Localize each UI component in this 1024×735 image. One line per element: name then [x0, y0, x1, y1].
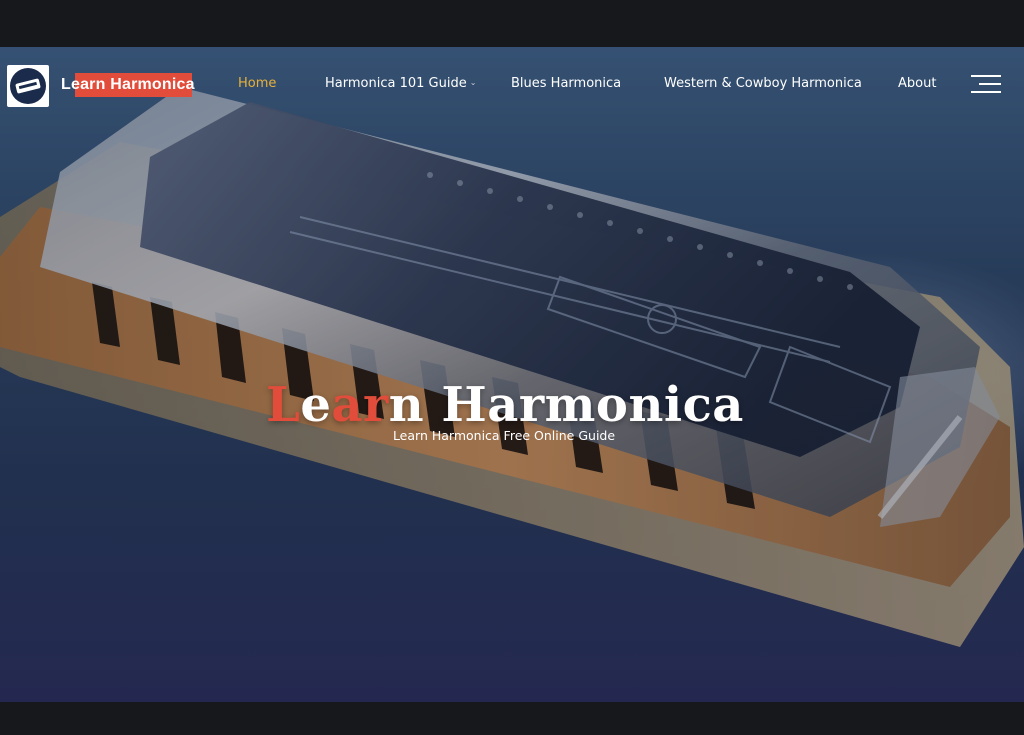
top-letterbox-bar [0, 0, 1024, 47]
nav-item-label: Harmonica 101 Guide [325, 76, 467, 91]
nav-item-blues-harmonica[interactable]: Blues Harmonica [511, 76, 621, 91]
hero-title-accent-2: ar [331, 377, 389, 434]
menu-line [971, 91, 1001, 93]
site-title-prefix: Le [61, 76, 81, 93]
hero-title-accent-1: L [266, 377, 301, 434]
hamburger-menu-icon[interactable] [971, 75, 1001, 94]
menu-line [971, 75, 1001, 77]
menu-line [979, 83, 1001, 85]
nav-item-western-cowboy-harmonica[interactable]: Western & Cowboy Harmonica [664, 76, 862, 91]
hero-subtitle: Learn Harmonica Free Online Guide [392, 428, 616, 443]
nav-item-home[interactable]: Home [238, 76, 276, 91]
site-title[interactable]: Learn Harmonica [59, 73, 195, 97]
hero-title-segment-4: n Harmonica [388, 377, 744, 434]
site-title-rest: arn Harmonica [80, 76, 195, 93]
bottom-letterbox-bar [0, 702, 1024, 735]
chevron-down-icon: ⌄ [469, 78, 477, 87]
nav-item-about[interactable]: About [898, 76, 936, 91]
hero-title: Learn Harmonica [0, 375, 1010, 435]
hero-title-segment-2: e [300, 377, 332, 434]
nav-item-harmonica-101-guide[interactable]: Harmonica 101 Guide ⌄ [325, 76, 476, 91]
